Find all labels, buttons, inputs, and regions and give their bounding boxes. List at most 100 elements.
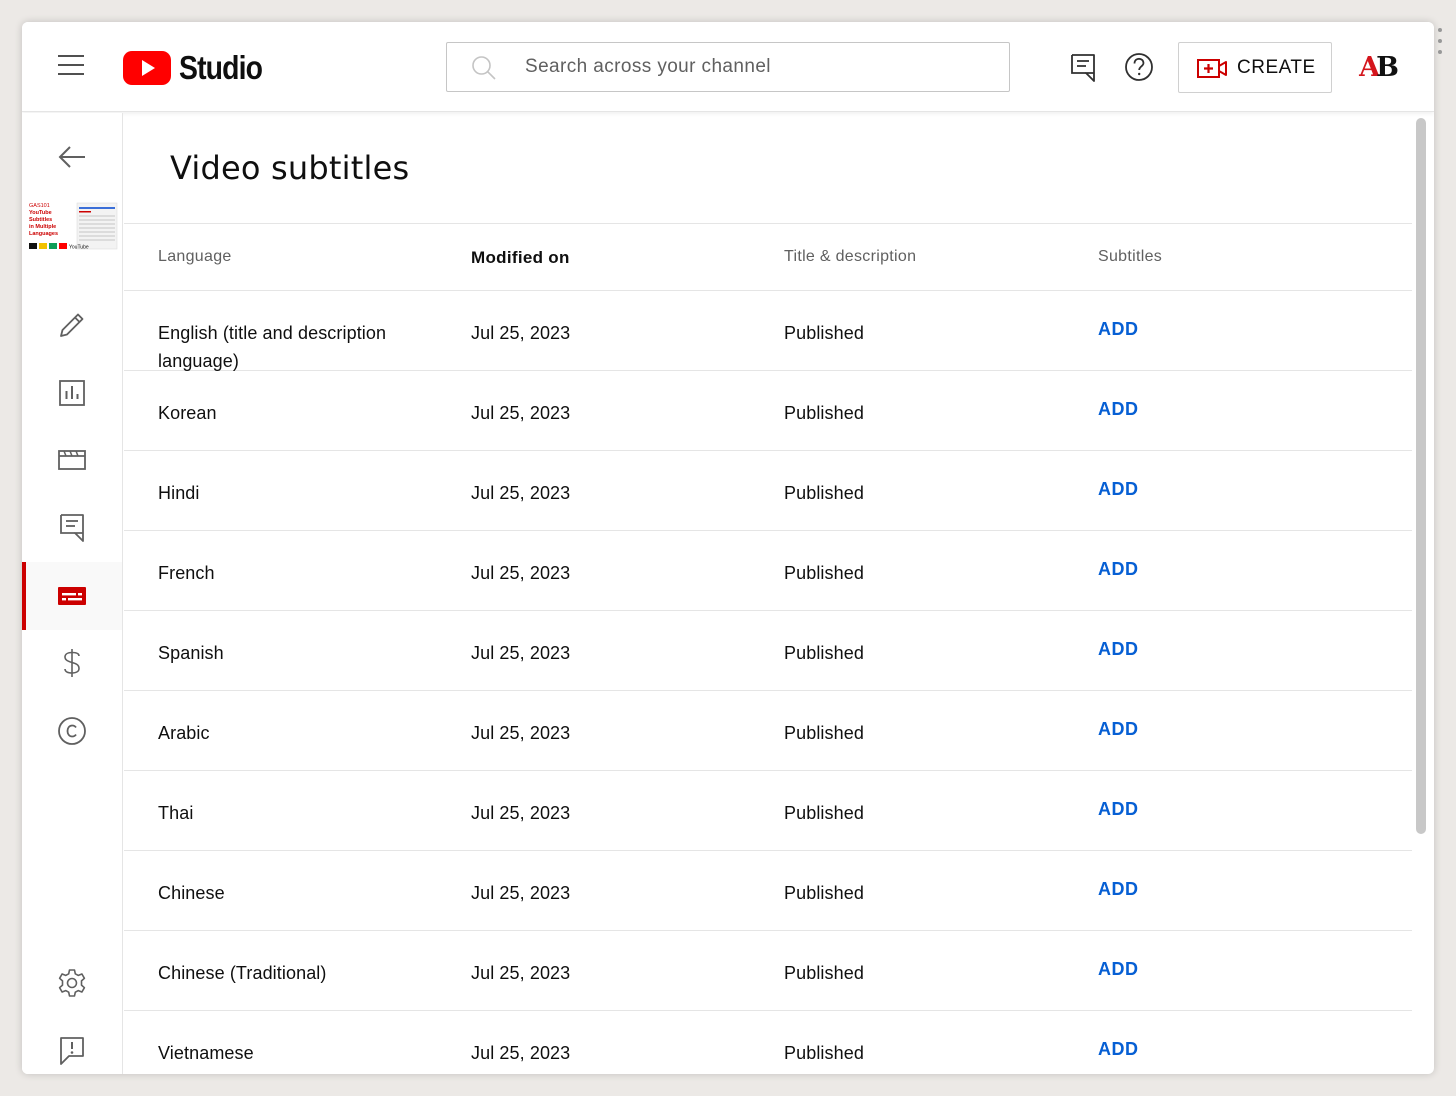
language-cell: Spanish <box>158 643 224 663</box>
thumb-line-3: Subtitles <box>29 217 52 223</box>
sidebar-item-monetization[interactable] <box>22 629 122 697</box>
thumb-line-2: YouTube <box>29 210 52 216</box>
subtitles-table: Language Modified on Title & description… <box>124 223 1412 1074</box>
dollar-icon <box>64 649 80 677</box>
sidebar-item-back[interactable] <box>22 123 122 191</box>
page-title: Video subtitles <box>170 149 410 187</box>
sidebar-item-analytics[interactable] <box>22 359 122 427</box>
table-row[interactable]: Arabic Jul 25, 2023 Published ADD <box>124 691 1412 771</box>
table-row[interactable]: Korean Jul 25, 2023 Published ADD <box>124 371 1412 451</box>
thumb-footer: YouTube <box>69 245 89 251</box>
table-row[interactable]: Chinese Jul 25, 2023 Published ADD <box>124 851 1412 931</box>
language-cell: Chinese <box>158 883 225 903</box>
title-description-cell: Published <box>784 643 864 663</box>
sidebar-item-feedback[interactable] <box>22 1016 122 1074</box>
table-header: Language Modified on Title & description… <box>124 223 1412 291</box>
thumb-line-5: Languages <box>29 231 58 237</box>
add-subtitles-button[interactable]: ADD <box>1098 319 1139 339</box>
window-drag-handle[interactable] <box>1437 28 1443 54</box>
table-row[interactable]: English (title and description language)… <box>124 291 1412 371</box>
language-cell: English (title and description language) <box>158 323 387 371</box>
video-thumbnail[interactable]: GAS101 YouTube Subtitles in Multiple Lan… <box>27 201 119 253</box>
title-description-cell: Published <box>784 483 864 503</box>
sidebar-item-comments[interactable] <box>22 493 122 561</box>
table-row[interactable]: Vietnamese Jul 25, 2023 Published ADD <box>124 1011 1412 1074</box>
title-description-cell: Published <box>784 963 864 983</box>
add-subtitles-button[interactable]: ADD <box>1098 879 1139 899</box>
copyright-icon <box>58 717 86 745</box>
table-row[interactable]: French Jul 25, 2023 Published ADD <box>124 531 1412 611</box>
feedback-comment-icon[interactable] <box>1068 51 1098 83</box>
title-description-cell: Published <box>784 323 864 343</box>
avatar-initial-second: B <box>1376 51 1399 83</box>
studio-logo[interactable]: Studio <box>123 49 276 86</box>
avatar-initials: A <box>1359 51 1380 83</box>
feedback-icon <box>60 1037 84 1065</box>
language-cell: Vietnamese <box>158 1043 254 1063</box>
title-description-cell: Published <box>784 723 864 743</box>
modified-cell: Jul 25, 2023 <box>471 803 571 823</box>
thumb-line-1: GAS101 <box>29 203 50 209</box>
modified-cell: Jul 25, 2023 <box>471 643 571 663</box>
title-description-cell: Published <box>784 1043 864 1063</box>
modified-cell: Jul 25, 2023 <box>471 1043 571 1063</box>
language-cell: Thai <box>158 803 194 823</box>
modified-cell: Jul 25, 2023 <box>471 483 571 503</box>
table-row[interactable]: Thai Jul 25, 2023 Published ADD <box>124 771 1412 851</box>
title-description-cell: Published <box>784 883 864 903</box>
table-row[interactable]: Spanish Jul 25, 2023 Published ADD <box>124 611 1412 691</box>
title-description-cell: Published <box>784 803 864 823</box>
sidebar-item-editor[interactable] <box>22 426 122 494</box>
title-description-cell: Published <box>784 403 864 423</box>
sidebar-item-details[interactable] <box>22 291 122 359</box>
language-cell: Korean <box>158 403 217 423</box>
add-subtitles-button[interactable]: ADD <box>1098 959 1139 979</box>
clapperboard-icon <box>58 450 86 470</box>
modified-cell: Jul 25, 2023 <box>471 723 571 743</box>
scrollbar[interactable] <box>1416 118 1426 834</box>
subtitles-icon <box>58 587 86 605</box>
search-icon <box>472 56 496 80</box>
gear-icon <box>58 969 86 997</box>
help-icon[interactable] <box>1124 51 1154 83</box>
add-subtitles-button[interactable]: ADD <box>1098 639 1139 659</box>
sidebar-item-settings[interactable] <box>22 949 122 1017</box>
sidebar: GAS101 YouTube Subtitles in Multiple Lan… <box>22 113 123 1074</box>
menu-icon[interactable] <box>58 55 86 79</box>
create-button[interactable]: CREATE <box>1178 42 1332 93</box>
add-subtitles-button[interactable]: ADD <box>1098 1039 1139 1059</box>
modified-cell: Jul 25, 2023 <box>471 563 571 583</box>
pencil-icon <box>60 313 84 337</box>
modified-cell: Jul 25, 2023 <box>471 323 571 343</box>
column-header-language[interactable]: Language <box>158 248 232 266</box>
arrow-left-icon <box>58 146 85 168</box>
language-cell: French <box>158 563 215 583</box>
search-input[interactable] <box>525 53 985 81</box>
top-bar: Studio CREAT <box>22 22 1434 112</box>
table-row[interactable]: Hindi Jul 25, 2023 Published ADD <box>124 451 1412 531</box>
comment-icon <box>60 514 84 542</box>
main-content: Video subtitles Language Modified on Tit… <box>124 113 1434 1074</box>
sidebar-item-subtitles[interactable] <box>22 562 122 630</box>
add-subtitles-button[interactable]: ADD <box>1098 799 1139 819</box>
search-box[interactable] <box>446 42 1010 92</box>
title-description-cell: Published <box>784 563 864 583</box>
column-header-title-description[interactable]: Title & description <box>784 248 916 266</box>
language-cell: Chinese (Traditional) <box>158 963 327 983</box>
add-subtitles-button[interactable]: ADD <box>1098 399 1139 419</box>
column-header-modified[interactable]: Modified on <box>471 248 570 268</box>
column-header-subtitles[interactable]: Subtitles <box>1098 248 1162 266</box>
table-row[interactable]: Chinese (Traditional) Jul 25, 2023 Publi… <box>124 931 1412 1011</box>
language-cell: Hindi <box>158 483 200 503</box>
add-subtitles-button[interactable]: ADD <box>1098 559 1139 579</box>
bar-chart-icon <box>59 380 85 406</box>
modified-cell: Jul 25, 2023 <box>471 403 571 423</box>
logo-text: Studio <box>179 49 263 86</box>
create-label: CREATE <box>1237 56 1316 78</box>
add-subtitles-button[interactable]: ADD <box>1098 479 1139 499</box>
modified-cell: Jul 25, 2023 <box>471 963 571 983</box>
avatar[interactable]: A B <box>1356 46 1399 88</box>
modified-cell: Jul 25, 2023 <box>471 883 571 903</box>
sidebar-item-copyright[interactable] <box>22 697 122 765</box>
add-subtitles-button[interactable]: ADD <box>1098 719 1139 739</box>
